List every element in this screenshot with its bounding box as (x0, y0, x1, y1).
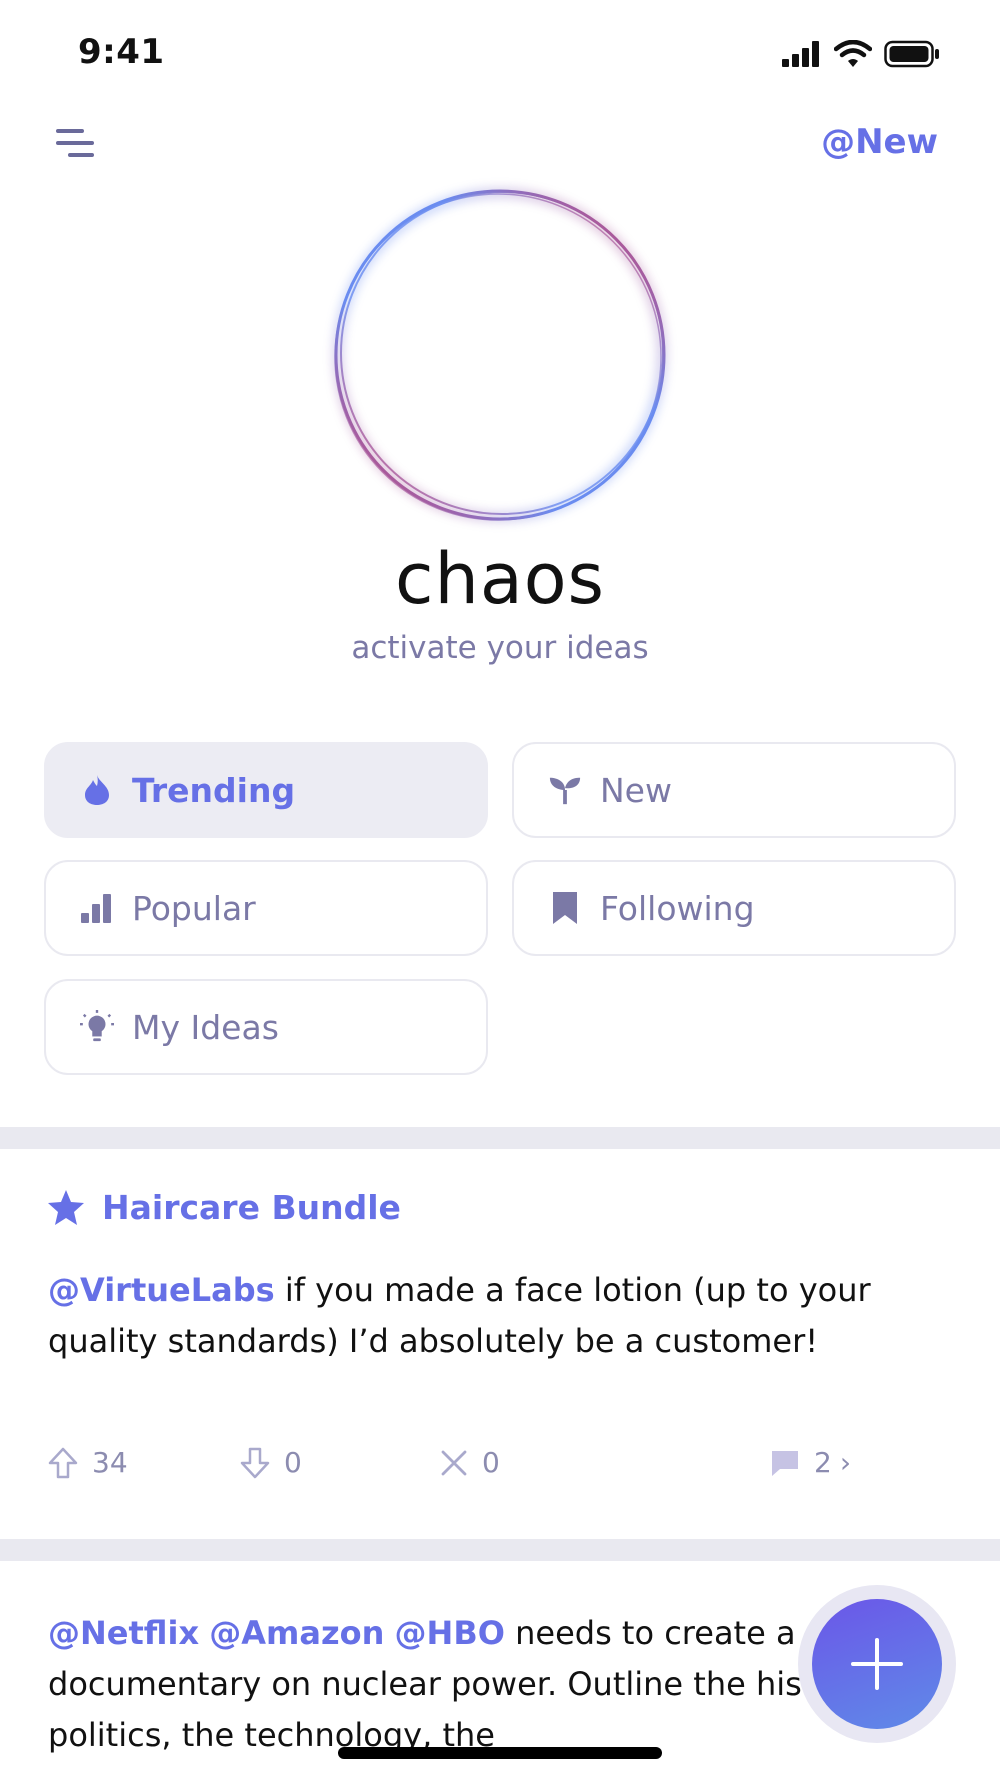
filter-trending[interactable]: Trending (44, 742, 488, 838)
add-idea-button[interactable] (812, 1599, 942, 1729)
mention-link[interactable]: @Amazon (209, 1614, 384, 1652)
downvote-button[interactable]: 0 (240, 1446, 302, 1479)
lightbulb-icon (80, 1010, 114, 1044)
upvote-button[interactable]: 34 (48, 1446, 128, 1479)
arrow-up-icon (48, 1447, 78, 1478)
star-icon (48, 1189, 84, 1225)
comment-icon (772, 1450, 798, 1476)
dismiss-count: 0 (482, 1446, 500, 1479)
post-body[interactable]: @VirtueLabs if you made a face lotion (u… (48, 1265, 948, 1367)
upvote-count: 34 (92, 1446, 128, 1479)
home-indicator[interactable] (338, 1747, 662, 1759)
filter-trending-label: Trending (132, 770, 296, 810)
status-icons (782, 40, 940, 68)
battery-icon (884, 40, 939, 68)
mention-link[interactable]: @HBO (395, 1614, 505, 1652)
brand-name: chaos (394, 538, 606, 620)
tagline: activate your ideas (351, 630, 649, 666)
post-tag[interactable]: Haircare Bundle (46, 1188, 401, 1227)
filter-my-ideas[interactable]: My Ideas (44, 979, 488, 1075)
chevron-right-icon: › (839, 1446, 852, 1479)
filter-new[interactable]: New (512, 742, 956, 838)
sprout-icon (548, 773, 582, 807)
dismiss-button[interactable]: 0 (440, 1446, 500, 1479)
bookmark-icon (548, 891, 582, 925)
new-link[interactable]: @New (821, 122, 938, 162)
menu-button[interactable] (54, 124, 98, 164)
bar-chart-icon (80, 891, 114, 925)
menu-icon (56, 129, 94, 157)
signal-icon (782, 41, 819, 67)
section-divider (0, 1127, 1000, 1149)
status-bar: 9:41 (0, 0, 1000, 110)
close-icon (441, 1450, 467, 1475)
downvote-count: 0 (284, 1446, 302, 1479)
comment-count: 2 (814, 1446, 832, 1479)
filter-popular[interactable]: Popular (44, 860, 488, 956)
chaos-logo (333, 188, 667, 522)
mention-link[interactable]: @VirtueLabs (48, 1271, 275, 1309)
filter-following-label: Following (600, 888, 755, 928)
filter-my-ideas-label: My Ideas (132, 1007, 279, 1047)
comments-button[interactable]: 2 › (770, 1446, 851, 1479)
plus-icon (851, 1638, 903, 1690)
filter-following[interactable]: Following (512, 860, 956, 956)
status-time: 9:41 (78, 32, 165, 72)
filter-popular-label: Popular (132, 888, 256, 928)
post-tag-label: Haircare Bundle (102, 1188, 401, 1227)
section-divider (0, 1539, 1000, 1561)
flame-icon (80, 773, 114, 807)
arrow-down-icon (240, 1447, 270, 1478)
filter-new-label: New (600, 770, 672, 810)
mention-link[interactable]: @Netflix (48, 1614, 199, 1652)
post-actions: 34 0 0 2 › (0, 1446, 1000, 1486)
wifi-icon (834, 40, 872, 67)
